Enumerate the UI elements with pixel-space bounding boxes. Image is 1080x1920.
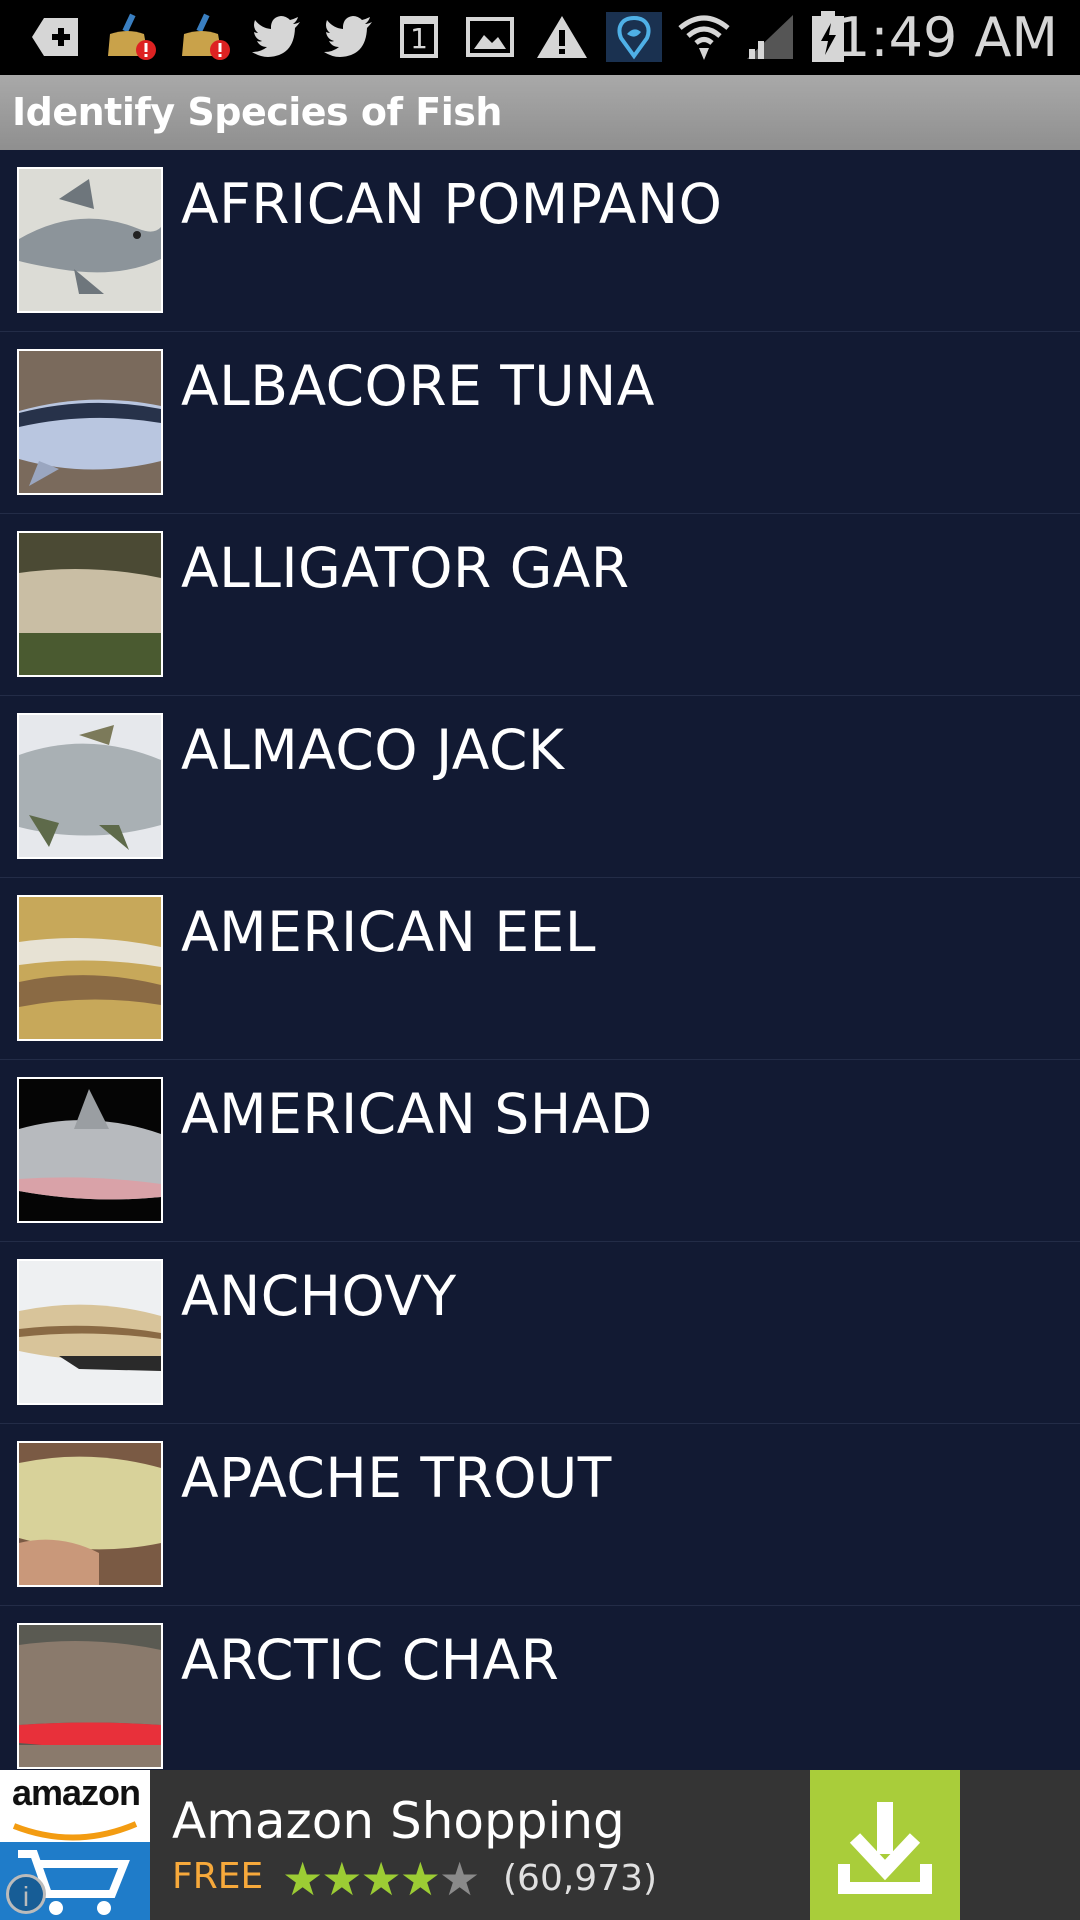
- signal-icon: [744, 12, 796, 62]
- cleaner-alert-icon: [102, 12, 162, 62]
- fish-thumbnail: [17, 1623, 163, 1769]
- fishing-app-icon: [606, 12, 662, 62]
- fish-thumbnail: [17, 1259, 163, 1405]
- ad-price: FREE: [172, 1856, 264, 1897]
- list-item[interactable]: ARCTIC CHAR: [0, 1606, 1080, 1770]
- species-name: APACHE TROUT: [181, 1446, 612, 1510]
- star-icon: ★: [282, 1853, 323, 1905]
- list-item[interactable]: APACHE TROUT: [0, 1424, 1080, 1606]
- cleaner-alert-icon: [176, 12, 236, 62]
- list-item[interactable]: AMERICAN EEL: [0, 878, 1080, 1060]
- list-item[interactable]: ANCHOVY: [0, 1242, 1080, 1424]
- wifi-icon: [676, 12, 732, 62]
- ad-banner[interactable]: amazon i Amazon Shopping FREE ★★★★★ (60,…: [0, 1770, 1080, 1920]
- fish-thumbnail: [17, 531, 163, 677]
- star-icon: ★: [321, 1853, 362, 1905]
- page-title: Identify Species of Fish: [12, 90, 502, 134]
- ad-review-count: (60,973): [503, 1858, 658, 1899]
- app-title-bar: Identify Species of Fish: [0, 75, 1080, 150]
- list-item[interactable]: ALLIGATOR GAR: [0, 514, 1080, 696]
- species-name: AMERICAN EEL: [181, 900, 597, 964]
- twitter-icon: [322, 12, 376, 62]
- species-name: ARCTIC CHAR: [181, 1628, 560, 1692]
- download-icon: [838, 1802, 932, 1894]
- fish-thumbnail: [17, 349, 163, 495]
- fish-thumbnail: [17, 1077, 163, 1223]
- warning-icon: [534, 12, 590, 62]
- list-item[interactable]: ALBACORE TUNA: [0, 332, 1080, 514]
- twitter-icon: [250, 12, 304, 62]
- add-notification-icon: [28, 12, 84, 62]
- ad-rating-stars: ★★★★★: [282, 1852, 480, 1906]
- ad-app-title: Amazon Shopping: [172, 1792, 625, 1850]
- list-item[interactable]: ALMACO JACK: [0, 696, 1080, 878]
- fish-thumbnail: [17, 1441, 163, 1587]
- ad-info-icon[interactable]: i: [6, 1874, 46, 1914]
- list-item[interactable]: AFRICAN POMPANO: [0, 150, 1080, 332]
- species-name: ALLIGATOR GAR: [181, 536, 630, 600]
- ad-download-button[interactable]: [810, 1770, 960, 1920]
- gallery-icon: [464, 12, 516, 62]
- star-half-icon: ★: [439, 1853, 480, 1905]
- fish-thumbnail: [17, 895, 163, 1041]
- status-time: 1:49 AM: [836, 6, 1058, 69]
- species-name: AFRICAN POMPANO: [181, 172, 723, 236]
- species-name: AMERICAN SHAD: [181, 1082, 653, 1146]
- amazon-app-logo[interactable]: amazon i: [0, 1770, 150, 1920]
- species-name: ALBACORE TUNA: [181, 354, 655, 418]
- species-name: ANCHOVY: [181, 1264, 457, 1328]
- fish-thumbnail: [17, 167, 163, 313]
- fish-thumbnail: [17, 713, 163, 859]
- star-icon: ★: [399, 1853, 441, 1905]
- status-bar: 1 1:49 AM: [0, 0, 1080, 75]
- species-name: ALMACO JACK: [181, 718, 565, 782]
- list-item[interactable]: AMERICAN SHAD: [0, 1060, 1080, 1242]
- calendar-icon: 1: [396, 12, 442, 62]
- star-icon: ★: [360, 1853, 402, 1905]
- species-list[interactable]: AFRICAN POMPANO ALBACORE TUNA ALLIGATOR …: [0, 150, 1080, 1770]
